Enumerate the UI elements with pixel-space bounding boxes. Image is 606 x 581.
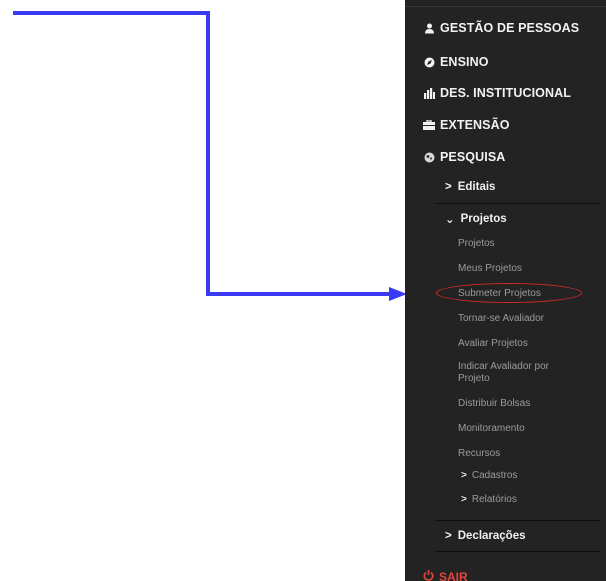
divider — [435, 551, 600, 552]
submenu-label: Projetos — [460, 213, 507, 225]
menu-leaf-tornar-se-avaliador[interactable]: Tornar-se Avaliador — [458, 313, 544, 325]
menu-item-label: DES. INSTITUCIONAL — [440, 86, 571, 100]
submenu-declaracoes[interactable]: > Declarações — [435, 521, 600, 551]
leaf-label: Relatórios — [471, 494, 517, 505]
leaf-line: Indicar Avaliador por — [458, 361, 549, 372]
menu-leaf-indicar-avaliador[interactable]: Indicar Avaliador por Projeto — [458, 361, 549, 385]
menu-item-label: EXTENSÃO — [440, 118, 510, 132]
compass-icon — [423, 56, 435, 68]
chevron-right-icon: > — [461, 470, 467, 481]
menu-item-des-institucional[interactable]: DES. INSTITUCIONAL — [423, 82, 571, 104]
chevron-right-icon: > — [445, 181, 452, 193]
menu-leaf-projetos[interactable]: Projetos — [458, 238, 495, 250]
chevron-right-icon: > — [461, 494, 467, 505]
chevron-right-icon: > — [445, 530, 452, 542]
menu-item-label: PESQUISA — [440, 150, 506, 164]
logout-button[interactable]: SAIR — [423, 570, 468, 581]
flask-icon — [423, 151, 435, 163]
person-icon — [423, 22, 435, 34]
leaf-label: Cadastros — [471, 470, 518, 481]
menu-item-label: GESTÃO DE PESSOAS — [440, 21, 580, 35]
menu-item-label: ENSINO — [440, 55, 489, 69]
sidebar-menu: GESTÃO DE PESSOAS ENSINO DES. INSTITUCIO… — [405, 0, 606, 581]
chevron-down-icon: ⌄ — [445, 214, 455, 226]
menu-leaf-cadastros[interactable]: > Cadastros — [461, 470, 517, 482]
cut-off-menu-item[interactable] — [405, 0, 606, 7]
submenu-label: Editais — [457, 181, 496, 193]
submenu-label: Declarações — [457, 530, 526, 542]
submenu-editais[interactable]: > Editais — [435, 172, 600, 202]
menu-leaf-avaliar-projetos[interactable]: Avaliar Projetos — [458, 338, 528, 350]
menu-leaf-relatorios[interactable]: > Relatórios — [461, 494, 517, 506]
menu-leaf-meus-projetos[interactable]: Meus Projetos — [458, 263, 522, 275]
menu-item-pesquisa[interactable]: PESQUISA — [423, 146, 505, 168]
briefcase-icon — [423, 119, 435, 131]
power-icon — [423, 570, 434, 581]
leaf-line: Projeto — [458, 373, 490, 384]
menu-item-extensao[interactable]: EXTENSÃO — [423, 114, 510, 136]
menu-leaf-submeter-projetos[interactable]: Submeter Projetos — [458, 288, 541, 300]
menu-item-gestao-pessoas[interactable]: GESTÃO DE PESSOAS — [423, 17, 579, 39]
menu-leaf-recursos[interactable]: Recursos — [458, 448, 500, 460]
submenu-projetos[interactable]: ⌄ Projetos — [435, 204, 600, 234]
logout-label: SAIR — [439, 570, 468, 581]
menu-item-ensino[interactable]: ENSINO — [423, 51, 489, 73]
menu-leaf-distribuir-bolsas[interactable]: Distribuir Bolsas — [458, 398, 530, 410]
bar-chart-icon — [423, 87, 435, 99]
menu-leaf-monitoramento[interactable]: Monitoramento — [458, 423, 525, 435]
